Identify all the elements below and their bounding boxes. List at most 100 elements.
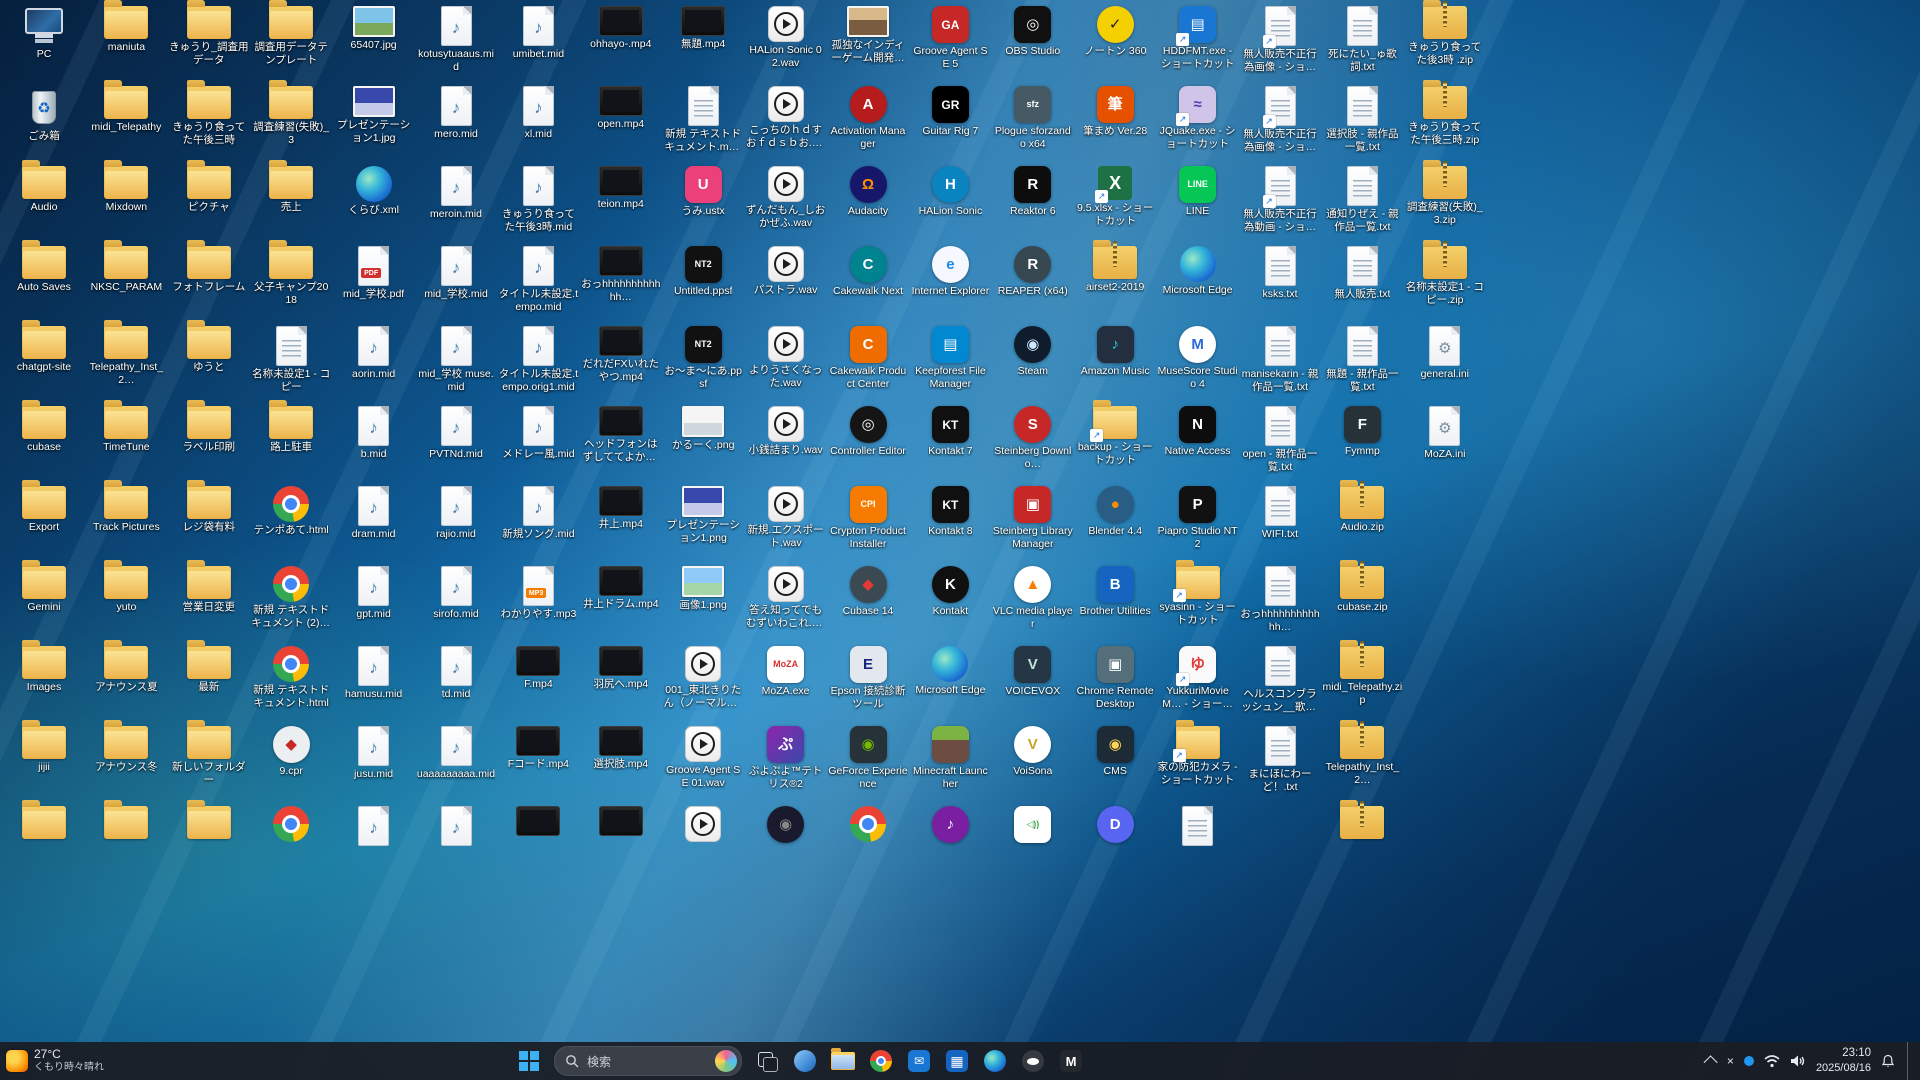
desktop-icon[interactable]: ▣Chrome Remote Desktop: [1075, 646, 1155, 724]
desktop-icon[interactable]: Track Pictures: [86, 486, 166, 564]
desktop-icon[interactable]: [828, 806, 908, 884]
wifi-icon[interactable]: [1764, 1054, 1780, 1068]
desktop-icon[interactable]: よりうさくなった.wav: [746, 326, 826, 404]
desktop-icon[interactable]: umibet.mid: [498, 6, 578, 84]
desktop-icon[interactable]: ↗無人販売不正行為画像 - ショートカッ…: [1240, 6, 1320, 84]
desktop-icon[interactable]: dram.mid: [334, 486, 414, 564]
desktop-icon[interactable]: 路上駐車: [251, 406, 331, 484]
desktop-icon[interactable]: HHALion Sonic: [910, 166, 990, 244]
tray-app-icon-1[interactable]: ×: [1727, 1054, 1734, 1068]
desktop-icon[interactable]: 売上: [251, 166, 331, 244]
desktop-icon[interactable]: こっちのｈｄすおｆｄｓｂお.wav: [746, 86, 826, 164]
desktop-icon[interactable]: タイトル未設定.tempo.mid: [498, 246, 578, 324]
start-button[interactable]: [512, 1045, 546, 1077]
desktop-icon[interactable]: meroin.mid: [416, 166, 496, 244]
desktop-icon[interactable]: 選択肢.mp4: [581, 726, 661, 804]
desktop-icon[interactable]: タイトル未設定.tempo.orig1.mid: [498, 326, 578, 404]
desktop-icon[interactable]: Mixdown: [86, 166, 166, 244]
desktop-icon[interactable]: general.ini: [1405, 326, 1485, 404]
desktop-icon[interactable]: 小銭詰まり.wav: [746, 406, 826, 484]
desktop-icon[interactable]: Minecraft Launcher: [910, 726, 990, 804]
desktop-icon[interactable]: Export: [4, 486, 84, 564]
desktop-icon[interactable]: NKSC_PARAM: [86, 246, 166, 324]
desktop-icon[interactable]: ♪Amazon Music: [1075, 326, 1155, 404]
desktop-icon[interactable]: ΩAudacity: [828, 166, 908, 244]
desktop-icon[interactable]: 新規 テキストドキュメント (2).html: [251, 566, 331, 644]
desktop-icon[interactable]: 新規.エクスポート.wav: [746, 486, 826, 564]
desktop-icon[interactable]: ↗backup - ショートカット: [1075, 406, 1155, 484]
desktop-icon[interactable]: CCakewalk Product Center: [828, 326, 908, 404]
desktop[interactable]: PCmaniutaきゅうり_調査用データ調査用データテンプレート65407.jp…: [0, 0, 1920, 1042]
desktop-icon[interactable]: Telepathy_Inst_2…: [86, 326, 166, 404]
desktop-icon[interactable]: [251, 806, 331, 884]
desktop-icon[interactable]: だれだFXいれたやつ.mp4: [581, 326, 661, 404]
desktop-icon[interactable]: midi_Telepathy: [86, 86, 166, 164]
desktop-icon[interactable]: open.mp4: [581, 86, 661, 164]
desktop-icon[interactable]: ゆうと: [169, 326, 249, 404]
desktop-icon[interactable]: Gemini: [4, 566, 84, 644]
desktop-icon[interactable]: ↗syasinn - ショートカット: [1158, 566, 1238, 644]
desktop-icon[interactable]: ◉Steam: [993, 326, 1073, 404]
desktop-icon[interactable]: ♪: [910, 806, 990, 884]
desktop-icon[interactable]: kotusytuaaus.mid: [416, 6, 496, 84]
desktop-icon[interactable]: NT2Untitled.ppsf: [663, 246, 743, 324]
desktop-icon[interactable]: 営業日変更: [169, 566, 249, 644]
desktop-icon[interactable]: メドレー風.mid: [498, 406, 578, 484]
desktop-icon[interactable]: ヘッドフォンはずしててよかが.mp4: [581, 406, 661, 484]
desktop-icon[interactable]: アナウンス夏: [86, 646, 166, 724]
desktop-icon[interactable]: HALion Sonic 02.wav: [746, 6, 826, 84]
desktop-icon[interactable]: ▣Steinberg Library Manager: [993, 486, 1073, 564]
desktop-icon[interactable]: 無人販売.txt: [1322, 246, 1402, 324]
desktop-icon[interactable]: パストラ.wav: [746, 246, 826, 324]
desktop-icon[interactable]: VVoiSona: [993, 726, 1073, 804]
desktop-icon[interactable]: プレゼンテーション1.jpg: [334, 86, 414, 164]
desktop-icon[interactable]: 無題.mp4: [663, 6, 743, 84]
desktop-icon[interactable]: yuto: [86, 566, 166, 644]
tray-app-icon-2[interactable]: [1744, 1056, 1754, 1066]
taskbar-app-chrome[interactable]: [864, 1045, 898, 1077]
notification-bell-icon[interactable]: [1881, 1054, 1895, 1068]
taskbar-app-file-explorer[interactable]: [826, 1045, 860, 1077]
desktop-icon[interactable]: アナウンス冬: [86, 726, 166, 804]
desktop-icon[interactable]: KTKontakt 7: [910, 406, 990, 484]
desktop-icon[interactable]: 井上.mp4: [581, 486, 661, 564]
desktop-icon[interactable]: きゅうり_調査用データ: [169, 6, 249, 84]
desktop-icon[interactable]: ごみ箱: [4, 86, 84, 164]
desktop-icon[interactable]: ↗無人販売不正行為画像 - ショートカット: [1240, 86, 1320, 164]
desktop-icon[interactable]: teion.mp4: [581, 166, 661, 244]
desktop-icon[interactable]: ▤Keepforest File Manager: [910, 326, 990, 404]
desktop-icon[interactable]: 新しいフォルダー: [169, 726, 249, 804]
desktop-icon[interactable]: 羽尻へ.mp4: [581, 646, 661, 724]
desktop-icon[interactable]: xl.mid: [498, 86, 578, 164]
desktop-icon[interactable]: gpt.mid: [334, 566, 414, 644]
desktop-icon[interactable]: 孤独なインディーゲーム開発者の一生…: [828, 6, 908, 84]
desktop-icon[interactable]: 最新: [169, 646, 249, 724]
desktop-icon[interactable]: open - 親作品一覧.txt: [1240, 406, 1320, 484]
desktop-icon[interactable]: ゆ↗YukkuriMovieM… - ショートカット: [1158, 646, 1238, 724]
desktop-icon[interactable]: Audio: [4, 166, 84, 244]
desktop-icon[interactable]: [86, 806, 166, 884]
desktop-icon[interactable]: mid_学校.mid: [416, 246, 496, 324]
desktop-icon[interactable]: mero.mid: [416, 86, 496, 164]
desktop-icon[interactable]: ずんだもん_しおかぜふ.wav: [746, 166, 826, 244]
desktop-icon[interactable]: 001_東北きりたん（ノーマル）_今じゃ…: [663, 646, 743, 724]
desktop-icon[interactable]: CCakewalk Next: [828, 246, 908, 324]
desktop-icon[interactable]: 筆筆まめ Ver.28: [1075, 86, 1155, 164]
desktop-icon[interactable]: mid_学校.pdf: [334, 246, 414, 324]
desktop-icon[interactable]: BBrother Utilities: [1075, 566, 1155, 644]
desktop-icon[interactable]: ▲VLC media player: [993, 566, 1073, 644]
desktop-icon[interactable]: EEpson 接続診断ツール: [828, 646, 908, 724]
desktop-icon[interactable]: ▤↗HDDFMT.exe - ショートカット: [1158, 6, 1238, 84]
desktop-icon[interactable]: 新規ソング.mid: [498, 486, 578, 564]
desktop-icon[interactable]: aorin.mid: [334, 326, 414, 404]
desktop-icon[interactable]: b.mid: [334, 406, 414, 484]
desktop-icon[interactable]: mid_学校 muse.mid: [416, 326, 496, 404]
desktop-icon[interactable]: きゅうり食ってた午後3時.mid: [498, 166, 578, 244]
desktop-icon[interactable]: ◆9.cpr: [251, 726, 331, 804]
desktop-icon[interactable]: cubase: [4, 406, 84, 484]
desktop-icon[interactable]: uaaaaaaaaa.mid: [416, 726, 496, 804]
desktop-icon[interactable]: FFymmp: [1322, 406, 1402, 484]
desktop-icon[interactable]: MMuseScore Studio 4: [1158, 326, 1238, 404]
desktop-icon[interactable]: ◆Cubase 14: [828, 566, 908, 644]
desktop-icon[interactable]: Uうみ.ustx: [663, 166, 743, 244]
